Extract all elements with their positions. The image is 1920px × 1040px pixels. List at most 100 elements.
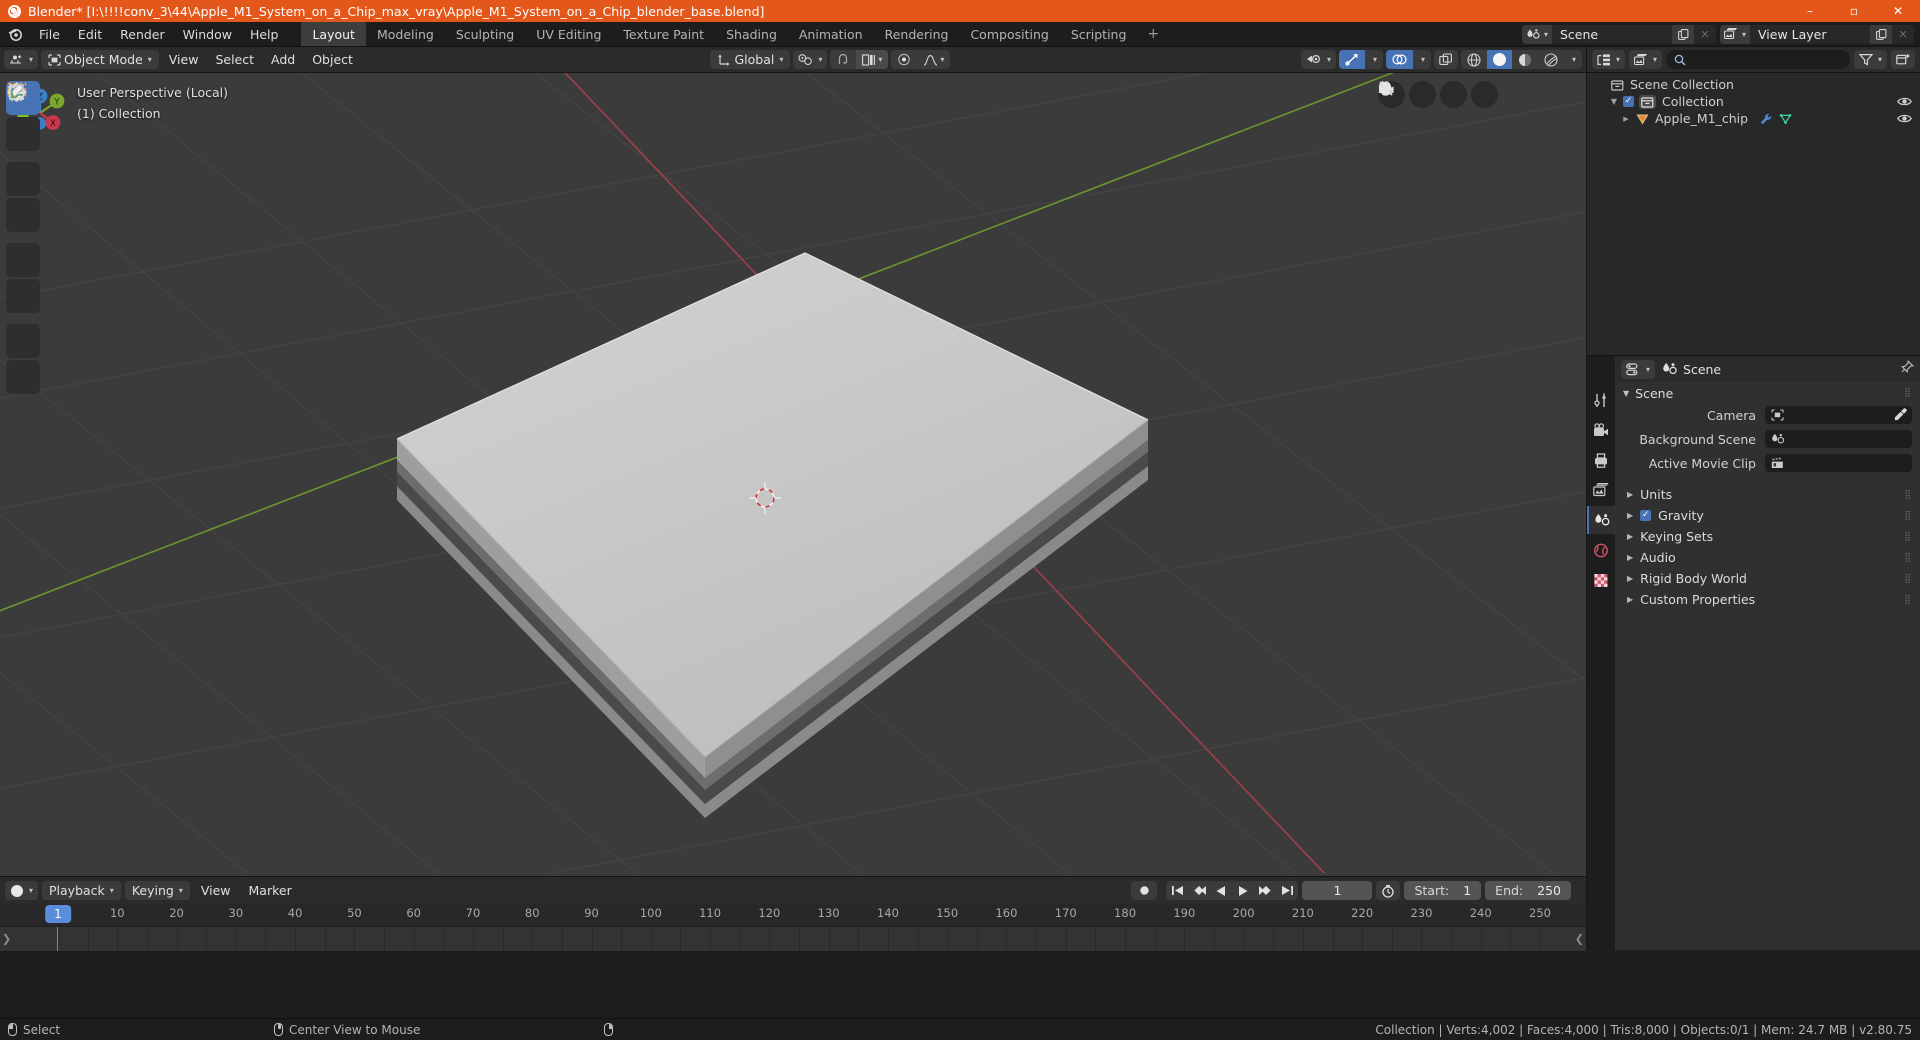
section-units[interactable]: ▶ Units ⣿	[1615, 484, 1920, 505]
jump-to-next-keyframe-button[interactable]	[1254, 881, 1276, 900]
mesh-data-icon[interactable]	[1779, 113, 1792, 125]
render-tab[interactable]	[1587, 416, 1615, 444]
proportional-editing-toggle[interactable]	[891, 50, 917, 69]
overlay-options-dropdown[interactable]: ▾	[1413, 50, 1431, 69]
current-frame-field[interactable]: 1	[1302, 881, 1373, 900]
timeline-right-scroll-handle[interactable]: ❮	[1575, 933, 1584, 946]
eyedropper-icon[interactable]	[1894, 408, 1907, 425]
disclosure-triangle[interactable]: ▼	[1609, 97, 1619, 106]
tab-texture-paint[interactable]: Texture Paint	[612, 22, 715, 46]
new-view-layer-button[interactable]	[1870, 24, 1892, 44]
tab-animation[interactable]: Animation	[788, 22, 874, 46]
view-layer-selector[interactable]: ▾ View Layer ✕	[1720, 24, 1914, 44]
scene-selector[interactable]: ▾ Scene ✕	[1522, 24, 1716, 44]
tab-scripting[interactable]: Scripting	[1060, 22, 1138, 46]
disclosure-triangle[interactable]: ▶	[1627, 553, 1633, 562]
snap-mode-dropdown[interactable]: ▾	[856, 50, 889, 69]
rotate-tool[interactable]	[6, 84, 40, 232]
tab-modeling[interactable]: Modeling	[366, 22, 445, 46]
playhead-frame-label[interactable]: 1	[45, 905, 71, 923]
transform-orientation-dropdown[interactable]: Global ▾	[710, 50, 791, 69]
properties-editor-type-button[interactable]: ▾	[1621, 359, 1656, 379]
annotate-tool[interactable]	[6, 83, 40, 358]
3d-viewport[interactable]: User Perspective (Local) (1) Collection	[0, 73, 1586, 876]
object-visibility-icon[interactable]	[1897, 113, 1912, 124]
gravity-checkbox[interactable]: ✓	[1640, 510, 1652, 521]
use-preview-range-button[interactable]	[1376, 881, 1401, 900]
solid-shading-button[interactable]	[1486, 50, 1512, 69]
scene-name[interactable]: Scene	[1552, 24, 1672, 44]
section-rigid-body-world[interactable]: ▶ Rigid Body World ⣿	[1615, 568, 1920, 589]
play-button[interactable]	[1232, 881, 1254, 900]
jump-to-end-button[interactable]	[1276, 881, 1298, 900]
pin-icon[interactable]	[1899, 359, 1915, 379]
disclosure-triangle[interactable]: ▶	[1621, 115, 1631, 123]
output-tab[interactable]	[1587, 446, 1615, 474]
disclosure-triangle[interactable]: ▶	[1627, 511, 1633, 520]
object-mode-dropdown[interactable]: Object Mode ▾	[41, 50, 159, 69]
material-preview-shading-button[interactable]	[1512, 50, 1538, 69]
unlink-scene-button[interactable]: ✕	[1694, 24, 1716, 44]
maximize-button[interactable]: ▫	[1832, 0, 1876, 22]
wireframe-shading-button[interactable]	[1461, 50, 1487, 69]
close-button[interactable]: ✕	[1876, 0, 1920, 22]
outliner-editor-type-button[interactable]: ▾	[1592, 50, 1626, 69]
tab-sculpting[interactable]: Sculpting	[445, 22, 525, 46]
menu-render[interactable]: Render	[111, 22, 174, 46]
remove-view-layer-button[interactable]: ✕	[1892, 24, 1914, 44]
tool-tab[interactable]	[1587, 386, 1615, 414]
measure-tool[interactable]	[6, 85, 40, 394]
cursor-tool[interactable]	[6, 82, 40, 151]
menu-edit[interactable]: Edit	[69, 22, 111, 46]
disclosure-triangle[interactable]: ▶	[1627, 532, 1633, 541]
section-custom-properties[interactable]: ▶ Custom Properties ⣿	[1615, 589, 1920, 610]
minimize-button[interactable]: –	[1788, 0, 1832, 22]
move-tool[interactable]	[6, 81, 40, 196]
tab-rendering[interactable]: Rendering	[874, 22, 960, 46]
gizmo-options-dropdown[interactable]: ▾	[1365, 50, 1383, 69]
active-movie-clip-field[interactable]	[1765, 454, 1912, 472]
auto-keying-button[interactable]	[1131, 881, 1158, 900]
transform-tool[interactable]	[6, 82, 40, 313]
timeline-ruler[interactable]: 1 10 20 30 40 50 60 70 80 90 100 110 120 130 140 150 160…	[0, 904, 1586, 926]
section-gravity[interactable]: ▶ ✓ Gravity ⣿	[1615, 505, 1920, 526]
menu-file[interactable]: File	[30, 22, 69, 46]
new-scene-button[interactable]	[1672, 24, 1694, 44]
play-reverse-button[interactable]	[1210, 881, 1232, 900]
outliner-tree[interactable]: Scene Collection ▼ ✓ Collection ▶ Apple_…	[1587, 73, 1920, 355]
background-scene-field[interactable]	[1765, 430, 1912, 448]
gizmo-toggle[interactable]	[1338, 50, 1365, 69]
menu-help[interactable]: Help	[241, 22, 288, 46]
disclosure-triangle[interactable]: ▶	[1627, 574, 1633, 583]
outliner-row-apple-m1-chip[interactable]: ▶ Apple_M1_chip	[1587, 110, 1920, 127]
viewport-menu-select[interactable]: Select	[208, 50, 261, 69]
outliner-search-input[interactable]	[1666, 50, 1850, 69]
scene-tab[interactable]	[1587, 506, 1615, 534]
proportional-falloff-dropdown[interactable]: ▾	[917, 50, 950, 69]
timeline-track-area[interactable]: ❯ ❮	[0, 926, 1586, 951]
scale-tool[interactable]	[6, 84, 40, 277]
visibility-dropdown[interactable]: ▾	[1300, 50, 1336, 69]
section-audio[interactable]: ▶ Audio ⣿	[1615, 547, 1920, 568]
viewport-menu-view[interactable]: View	[162, 50, 206, 69]
view-layer-icon[interactable]: ▾	[1720, 24, 1750, 44]
snap-target-dropdown[interactable]: ▾	[793, 50, 828, 69]
rendered-shading-button[interactable]	[1538, 50, 1564, 69]
collection-checkbox[interactable]: ✓	[1623, 96, 1634, 107]
shading-options-dropdown[interactable]: ▾	[1564, 50, 1582, 69]
timeline-menu-playback[interactable]: Playback ▾	[42, 881, 121, 900]
modifier-icon[interactable]	[1760, 113, 1773, 125]
viewport-menu-add[interactable]: Add	[264, 50, 302, 69]
zoom-view-icon[interactable]	[1378, 81, 1498, 108]
outliner-display-mode-button[interactable]: ▾	[1629, 50, 1663, 69]
xray-toggle[interactable]	[1433, 50, 1458, 69]
jump-to-previous-keyframe-button[interactable]	[1188, 881, 1210, 900]
timeline-menu-view[interactable]: View	[194, 881, 238, 900]
camera-view-icon[interactable]	[1379, 81, 1436, 108]
outliner-filter-button[interactable]: ▾	[1853, 50, 1887, 69]
timeline-menu-marker[interactable]: Marker	[242, 881, 299, 900]
outliner-row-collection[interactable]: ▼ ✓ Collection	[1587, 93, 1920, 110]
timeline-left-scroll-handle[interactable]: ❯	[2, 933, 11, 946]
timeline-menu-keying[interactable]: Keying ▾	[124, 881, 190, 900]
blender-menu-icon[interactable]	[0, 22, 30, 46]
